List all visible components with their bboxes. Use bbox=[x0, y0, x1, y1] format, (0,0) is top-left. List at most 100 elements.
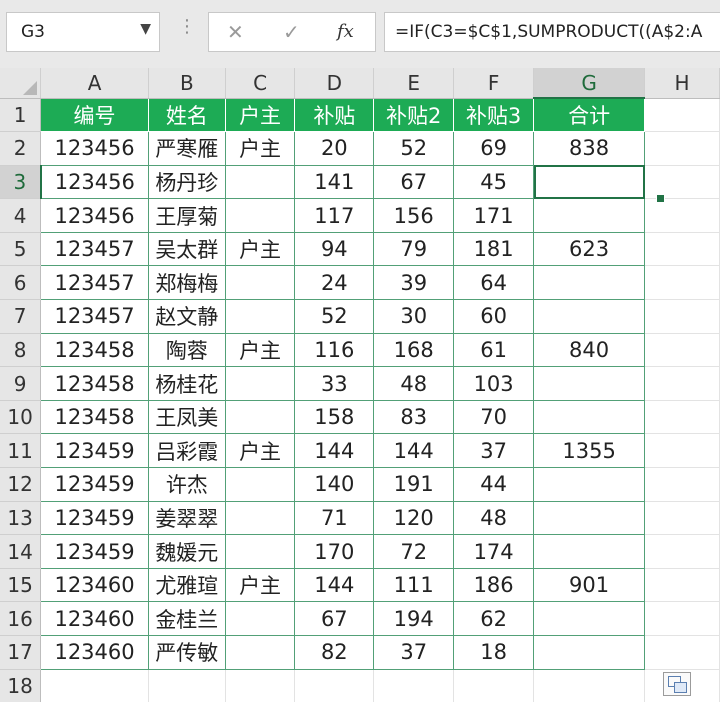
cell-f16[interactable]: 62 bbox=[453, 601, 535, 636]
cell-g11[interactable]: 1355 bbox=[533, 433, 646, 469]
cell-g7[interactable] bbox=[533, 299, 646, 334]
cell-e16[interactable]: 194 bbox=[373, 601, 455, 636]
column-header-b[interactable]: B bbox=[148, 68, 226, 99]
column-header-g[interactable]: G bbox=[533, 68, 646, 99]
row-header-16[interactable]: 16 bbox=[0, 601, 42, 636]
cell-c6[interactable] bbox=[224, 265, 296, 301]
cell-e17[interactable]: 37 bbox=[373, 635, 455, 670]
cell-e5[interactable]: 79 bbox=[373, 231, 455, 267]
cell-c4[interactable] bbox=[224, 198, 296, 233]
cell-d15[interactable]: 144 bbox=[294, 567, 375, 603]
row-header-14[interactable]: 14 bbox=[0, 534, 42, 569]
cell-d5[interactable]: 94 bbox=[294, 231, 375, 267]
cell-f8[interactable]: 61 bbox=[453, 332, 535, 368]
row-header-2[interactable]: 2 bbox=[0, 131, 42, 166]
cell-c18[interactable] bbox=[225, 669, 296, 702]
cell-g13[interactable] bbox=[533, 500, 646, 536]
column-header-h[interactable]: H bbox=[644, 68, 720, 99]
cell-f9[interactable]: 103 bbox=[453, 366, 535, 401]
cell-e4[interactable]: 156 bbox=[373, 198, 455, 233]
column-header-f[interactable]: F bbox=[453, 68, 535, 99]
column-header-c[interactable]: C bbox=[225, 68, 296, 99]
cell-f14[interactable]: 174 bbox=[453, 534, 535, 569]
header-cell-d[interactable]: 补贴 bbox=[294, 97, 375, 133]
cell-a17[interactable]: 123460 bbox=[40, 635, 149, 670]
cell-f13[interactable]: 48 bbox=[453, 500, 535, 536]
fill-handle[interactable] bbox=[656, 194, 665, 203]
cell-b6[interactable]: 郑梅梅 bbox=[147, 265, 226, 301]
cell-a11[interactable]: 123459 bbox=[40, 433, 149, 469]
cell-f6[interactable]: 64 bbox=[453, 265, 535, 301]
cell-h5[interactable] bbox=[644, 232, 720, 267]
row-header-8[interactable]: 8 bbox=[0, 333, 42, 368]
cell-e11[interactable]: 144 bbox=[373, 433, 455, 469]
column-header-e[interactable]: E bbox=[373, 68, 455, 99]
header-cell-e[interactable]: 补贴2 bbox=[373, 97, 455, 133]
row-header-9[interactable]: 9 bbox=[0, 366, 42, 401]
cell-e8[interactable]: 168 bbox=[373, 332, 455, 368]
cell-f2[interactable]: 69 bbox=[453, 131, 535, 166]
row-header-17[interactable]: 17 bbox=[0, 635, 42, 670]
cell-e9[interactable]: 48 bbox=[373, 366, 455, 401]
cell-f11[interactable]: 37 bbox=[453, 433, 535, 469]
cell-c14[interactable] bbox=[224, 534, 296, 569]
cell-a8[interactable]: 123458 bbox=[40, 332, 149, 368]
cell-g16[interactable] bbox=[533, 601, 646, 636]
cell-d10[interactable]: 158 bbox=[294, 399, 375, 435]
cell-b9[interactable]: 杨桂花 bbox=[147, 366, 226, 401]
formula-input[interactable]: =IF(C3=$C$1,SUMPRODUCT((A$2:A bbox=[384, 12, 720, 52]
cell-b11[interactable]: 吕彩霞 bbox=[147, 433, 226, 469]
cell-h14[interactable] bbox=[644, 534, 720, 569]
cell-g9[interactable] bbox=[533, 366, 646, 401]
cell-h4[interactable] bbox=[644, 198, 720, 233]
cell-b17[interactable]: 严传敏 bbox=[147, 635, 226, 670]
cell-h6[interactable] bbox=[644, 265, 720, 301]
cell-h9[interactable] bbox=[644, 366, 720, 401]
cell-g5[interactable]: 623 bbox=[533, 231, 646, 267]
cell-h10[interactable] bbox=[644, 400, 720, 435]
cell-a10[interactable]: 123458 bbox=[40, 399, 149, 435]
cell-c2[interactable]: 户主 bbox=[224, 131, 296, 166]
cell-c13[interactable] bbox=[224, 500, 296, 536]
row-header-3[interactable]: 3 bbox=[0, 165, 42, 200]
cell-a4[interactable]: 123456 bbox=[40, 198, 149, 233]
cell-g10[interactable] bbox=[533, 399, 646, 435]
cell-f17[interactable]: 18 bbox=[453, 635, 535, 670]
cell-d6[interactable]: 24 bbox=[294, 265, 375, 301]
row-header-18[interactable]: 18 bbox=[0, 669, 42, 702]
cell-a15[interactable]: 123460 bbox=[40, 567, 149, 603]
row-header-15[interactable]: 15 bbox=[0, 568, 42, 603]
cell-g4[interactable] bbox=[533, 198, 646, 233]
row-header-12[interactable]: 12 bbox=[0, 467, 42, 502]
cell-c15[interactable]: 户主 bbox=[224, 567, 296, 603]
cell-f15[interactable]: 186 bbox=[453, 567, 535, 603]
cell-d17[interactable]: 82 bbox=[294, 635, 375, 670]
header-cell-a[interactable]: 编号 bbox=[40, 97, 149, 133]
cell-f5[interactable]: 181 bbox=[453, 231, 535, 267]
column-header-a[interactable]: A bbox=[40, 68, 149, 99]
cell-b7[interactable]: 赵文静 bbox=[147, 299, 226, 334]
cell-b10[interactable]: 王凤美 bbox=[147, 399, 226, 435]
cell-e15[interactable]: 111 bbox=[373, 567, 455, 603]
cell-a6[interactable]: 123457 bbox=[40, 265, 149, 301]
cell-b13[interactable]: 姜翠翠 bbox=[147, 500, 226, 536]
cell-e7[interactable]: 30 bbox=[373, 299, 455, 334]
cell-e10[interactable]: 83 bbox=[373, 399, 455, 435]
cancel-icon[interactable]: ✕ bbox=[227, 20, 244, 44]
cell-a12[interactable]: 123459 bbox=[40, 467, 149, 502]
cell-f10[interactable]: 70 bbox=[453, 399, 535, 435]
cell-c3[interactable] bbox=[224, 164, 296, 200]
cell-d7[interactable]: 52 bbox=[294, 299, 375, 334]
row-header-13[interactable]: 13 bbox=[0, 501, 42, 536]
cell-h12[interactable] bbox=[644, 467, 720, 502]
cell-e18[interactable] bbox=[373, 669, 455, 702]
cell-c10[interactable] bbox=[224, 399, 296, 435]
cell-d2[interactable]: 20 bbox=[294, 131, 375, 166]
chevron-down-icon[interactable]: ▼ bbox=[140, 21, 151, 37]
row-header-4[interactable]: 4 bbox=[0, 198, 42, 233]
cell-d8[interactable]: 116 bbox=[294, 332, 375, 368]
cell-d3[interactable]: 141 bbox=[294, 164, 375, 200]
cell-h17[interactable] bbox=[644, 635, 720, 670]
cell-d12[interactable]: 140 bbox=[294, 467, 375, 502]
cell-e14[interactable]: 72 bbox=[373, 534, 455, 569]
